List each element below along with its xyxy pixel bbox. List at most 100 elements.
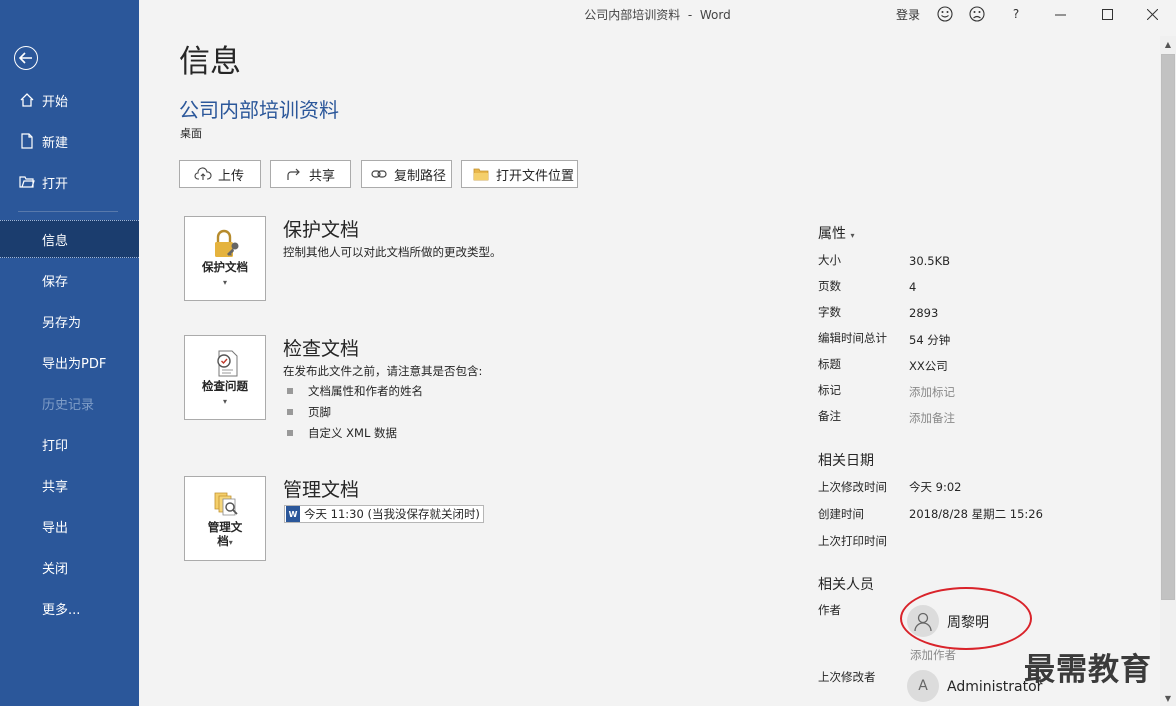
document-location: 桌面: [180, 127, 202, 140]
sidebar-item-new[interactable]: 新建: [0, 122, 139, 160]
protect-title: 保护文档: [283, 219, 360, 241]
add-author-field[interactable]: 添加作者: [910, 647, 956, 663]
dropdown-caret-icon: ▾: [228, 538, 233, 547]
link-icon: [370, 166, 388, 182]
copy-path-button[interactable]: 复制路径: [361, 160, 452, 188]
manage-tile-label-2: 档: [217, 534, 229, 548]
red-circle-annotation: [900, 587, 1032, 650]
sidebar-item-info[interactable]: 信息: [0, 220, 139, 258]
upload-button[interactable]: 上传: [179, 160, 261, 188]
add-tags-field[interactable]: 添加标记: [909, 384, 955, 400]
upload-label: 上传: [218, 168, 245, 184]
bullet-icon: [287, 388, 293, 394]
inspect-description: 在发布此文件之前，请注意其是否包含:: [283, 364, 483, 378]
sidebar-item-print[interactable]: 打印: [0, 425, 139, 463]
author-label: 作者: [818, 603, 841, 617]
sidebar-item-label: 打开: [42, 176, 69, 192]
version-text: 今天 11:30 (当我没保存就关闭时): [304, 507, 480, 521]
sidebar-item-label: 共享: [42, 479, 69, 495]
maximize-icon[interactable]: [1097, 4, 1117, 24]
share-button[interactable]: 共享: [270, 160, 351, 188]
prop-key-edit-time: 编辑时间总计: [818, 331, 887, 345]
prop-key-size: 大小: [818, 253, 841, 267]
new-document-icon: [18, 132, 36, 150]
vertical-scrollbar[interactable]: ▲ ▼: [1160, 36, 1176, 706]
manage-document-tile[interactable]: 管理文 档▾: [184, 476, 266, 561]
smile-feedback-icon[interactable]: [934, 4, 956, 24]
prop-key-comments: 备注: [818, 409, 841, 423]
list-item: 自定义 XML 数据: [287, 425, 397, 441]
share-label: 共享: [309, 168, 336, 184]
chevron-down-icon: ▾: [850, 231, 855, 240]
copy-path-label: 复制路径: [394, 168, 447, 184]
related-dates-header: 相关日期: [818, 453, 874, 469]
prop-value-title[interactable]: XX公司: [909, 358, 948, 374]
sidebar-item-share[interactable]: 共享: [0, 466, 139, 504]
frown-feedback-icon[interactable]: [966, 4, 988, 24]
bullet-icon: [287, 430, 293, 436]
sidebar-divider: [18, 211, 118, 212]
last-modified-by-label: 上次修改者: [818, 670, 876, 684]
share-icon: [285, 166, 303, 182]
folder-icon: [472, 166, 490, 182]
open-folder-icon: [18, 173, 36, 191]
scroll-up-icon[interactable]: ▲: [1160, 36, 1176, 52]
protect-document-tile[interactable]: 保护文档 ▾: [184, 216, 266, 301]
date-value-created: 2018/8/28 星期二 15:26: [909, 507, 1043, 521]
sidebar-item-label: 导出为PDF: [42, 356, 107, 372]
list-item: 文档属性和作者的姓名: [287, 383, 423, 399]
sidebar-item-label: 保存: [42, 274, 69, 290]
open-file-location-label: 打开文件位置: [496, 168, 575, 184]
watermark-logo: 最需教育: [1024, 652, 1152, 688]
lock-key-icon: [209, 227, 243, 261]
sidebar-item-close[interactable]: 关闭: [0, 548, 139, 586]
properties-dropdown[interactable]: 属性 ▾: [818, 223, 854, 243]
sidebar-item-open[interactable]: 打开: [0, 163, 139, 201]
last-modified-avatar[interactable]: A: [907, 670, 939, 702]
page-title: 信息: [179, 44, 241, 80]
dropdown-caret-icon: ▾: [222, 278, 227, 287]
sidebar-item-save-as[interactable]: 另存为: [0, 302, 139, 340]
autosave-version-link[interactable]: W 今天 11:30 (当我没保存就关闭时): [284, 505, 484, 523]
add-comments-field[interactable]: 添加备注: [909, 410, 955, 426]
related-people-header: 相关人员: [818, 577, 874, 593]
sidebar-item-history: 历史记录: [0, 384, 139, 422]
prop-value-size: 30.5KB: [909, 254, 951, 268]
scroll-thumb[interactable]: [1161, 54, 1175, 600]
help-button[interactable]: ?: [1006, 4, 1026, 24]
back-arrow-icon[interactable]: [14, 46, 38, 70]
bullet-icon: [287, 409, 293, 415]
sidebar-item-export[interactable]: 导出: [0, 507, 139, 545]
sidebar-item-label: 关闭: [42, 561, 69, 577]
properties-header: 属性: [818, 226, 846, 242]
inspect-title: 检查文档: [283, 338, 360, 360]
bullet-text: 自定义 XML 数据: [308, 426, 398, 440]
protect-tile-label: 保护文档: [202, 260, 248, 274]
sign-in-link[interactable]: 登录: [893, 4, 923, 24]
protect-description: 控制其他人可以对此文档所做的更改类型。: [283, 245, 502, 259]
minimize-icon[interactable]: [1050, 4, 1070, 24]
bullet-text: 页脚: [308, 405, 331, 419]
scroll-down-icon[interactable]: ▼: [1160, 690, 1176, 706]
open-file-location-button[interactable]: 打开文件位置: [461, 160, 578, 188]
close-window-icon[interactable]: [1142, 4, 1162, 24]
sidebar-item-label: 信息: [42, 233, 69, 249]
cloud-upload-icon: [194, 166, 212, 182]
sidebar-item-save[interactable]: 保存: [0, 261, 139, 299]
protect-tile-caption: 保护文档 ▾: [185, 260, 265, 290]
prop-value-words: 2893: [909, 306, 939, 320]
date-key-modified: 上次修改时间: [818, 480, 887, 494]
bullet-text: 文档属性和作者的姓名: [308, 384, 423, 398]
sidebar-item-export-pdf[interactable]: 导出为PDF: [0, 343, 139, 381]
sidebar-item-home[interactable]: 开始: [0, 81, 139, 119]
sidebar-item-more[interactable]: 更多...: [0, 589, 139, 627]
sidebar-item-label: 历史记录: [42, 397, 95, 413]
check-issues-tile[interactable]: 检查问题 ▾: [184, 335, 266, 420]
prop-value-edit-time: 54 分钟: [909, 333, 951, 347]
sidebar-item-label: 更多...: [42, 602, 81, 618]
list-item: 页脚: [287, 404, 331, 420]
prop-key-tags: 标记: [818, 383, 841, 397]
sidebar-item-label: 另存为: [42, 315, 82, 331]
prop-value-pages: 4: [909, 280, 917, 294]
prop-key-title: 标题: [818, 357, 841, 371]
